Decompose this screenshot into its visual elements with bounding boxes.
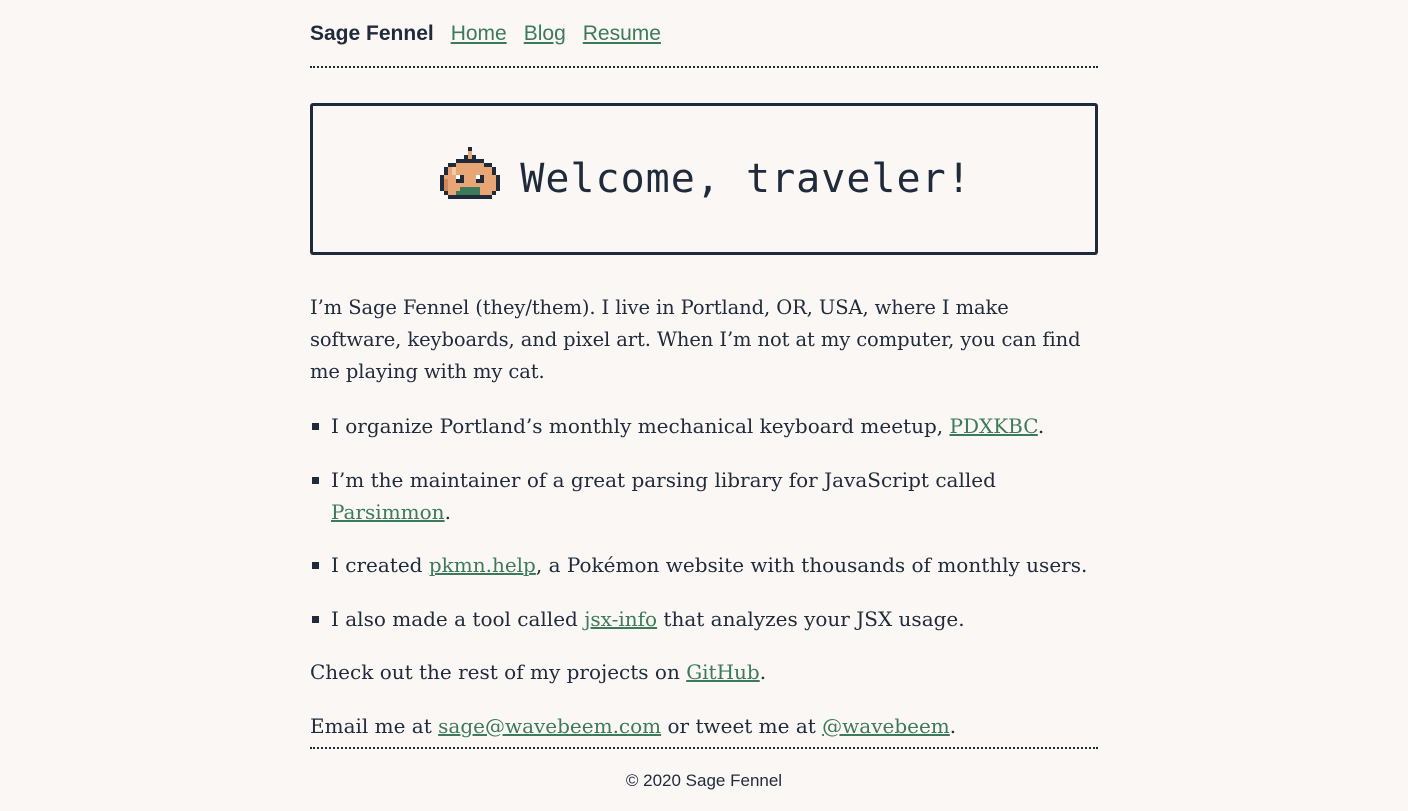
highlights-list: I organize Portland’s monthly mechanical…: [310, 410, 1098, 635]
square-bullet-icon: [312, 476, 319, 484]
nav-link-resume[interactable]: Resume: [583, 20, 661, 48]
nav-link-home[interactable]: Home: [451, 20, 507, 48]
onion-mascot-icon: [436, 146, 508, 212]
footer-copyright: © 2020 Sage Fennel: [625, 771, 783, 790]
pkmn-help-link[interactable]: pkmn.help: [429, 553, 536, 577]
header-divider: [310, 66, 1098, 68]
footer-divider: [310, 747, 1098, 749]
welcome-title: Welcome, traveler!: [520, 156, 972, 202]
jsx-info-link[interactable]: jsx-info: [584, 607, 657, 631]
square-bullet-icon: [312, 423, 319, 430]
top-nav: Sage Fennel Home Blog Resume: [310, 20, 678, 48]
site-name: Sage Fennel: [310, 22, 434, 45]
main-content: I’m Sage Fennel (they/them). I live in P…: [310, 292, 1098, 742]
projects-paragraph: Check out the rest of my projects on Git…: [310, 660, 767, 684]
square-bullet-icon: [312, 562, 319, 569]
intro-paragraph: I’m Sage Fennel (they/them). I live in P…: [310, 296, 1081, 383]
parsimmon-link[interactable]: Parsimmon: [331, 500, 445, 524]
list-item: I’m the maintainer of a great parsing li…: [310, 464, 1098, 528]
welcome-banner: Welcome, traveler!: [310, 103, 1098, 255]
square-bullet-icon: [312, 615, 319, 623]
list-item: I also made a tool called jsx-info that …: [310, 603, 1098, 635]
contact-paragraph: Email me at sage@wavebeem.com or tweet m…: [310, 713, 957, 738]
pdxkbc-link[interactable]: PDXKBC: [950, 414, 1038, 438]
list-item: I organize Portland’s monthly mechanical…: [310, 410, 1098, 442]
github-link[interactable]: GitHub: [686, 660, 760, 684]
list-item: I created pkmn.help, a Pokémon website w…: [310, 549, 1098, 581]
twitter-link[interactable]: @wavebeem: [822, 714, 950, 738]
email-link[interactable]: sage@wavebeem.com: [438, 714, 661, 738]
nav-link-blog[interactable]: Blog: [524, 20, 566, 48]
